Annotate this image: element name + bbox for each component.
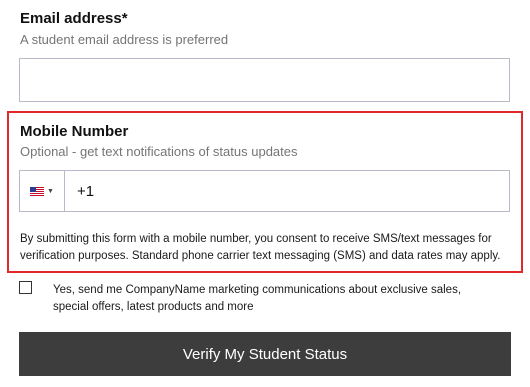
mobile-number-input[interactable]: [65, 171, 509, 211]
verify-student-status-button[interactable]: Verify My Student Status: [19, 332, 511, 376]
phone-field: ▼: [19, 170, 510, 212]
us-flag-icon: [30, 186, 45, 196]
email-label: Email address*: [20, 10, 128, 27]
marketing-optin-label[interactable]: Yes, send me CompanyName marketing commu…: [53, 282, 493, 316]
mobile-hint: Optional - get text notifications of sta…: [20, 144, 298, 159]
email-input[interactable]: [19, 58, 510, 102]
caret-down-icon: ▼: [47, 187, 54, 195]
country-code-select[interactable]: ▼: [20, 171, 65, 211]
sms-consent-text: By submitting this form with a mobile nu…: [20, 233, 501, 262]
mobile-label: Mobile Number: [20, 123, 129, 140]
email-hint: A student email address is preferred: [20, 32, 229, 47]
marketing-optin-checkbox[interactable]: [19, 281, 32, 294]
